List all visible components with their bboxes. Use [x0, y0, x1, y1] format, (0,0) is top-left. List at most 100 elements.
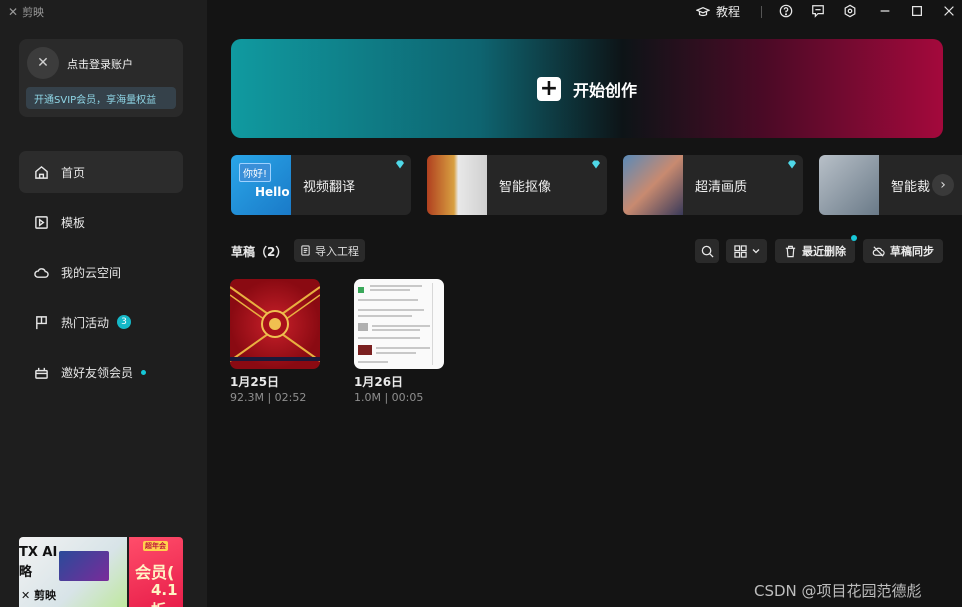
minimize-button[interactable]: [877, 3, 893, 19]
tool-thumbnail: 你好! Hello: [231, 155, 291, 215]
feedback-icon: [812, 5, 824, 18]
banner-text: 会员(: [135, 563, 175, 582]
tutorial-button[interactable]: 教程: [696, 3, 740, 20]
banner-brand: ✕ 剪映: [21, 587, 56, 603]
sidebar-item-cloud[interactable]: 我的云空间: [19, 251, 183, 293]
tool-ultra-hd[interactable]: 超清画质: [623, 155, 803, 215]
thumb-text: 你好!: [239, 163, 272, 182]
draft-sync-button[interactable]: 草稿同步: [863, 239, 943, 263]
draft-date: 1月25日: [230, 375, 280, 389]
sidebar-item-invite[interactable]: 邀好友领会员: [19, 351, 183, 393]
avatar[interactable]: ✕: [27, 47, 59, 79]
tool-label: 视频翻译: [303, 180, 356, 195]
banner-tag: 超年会: [143, 541, 168, 551]
chevron-down-icon: [752, 249, 759, 254]
tool-thumbnail: [623, 155, 683, 215]
close-icon: [944, 6, 954, 16]
sidebar-item-label: 热门活动: [61, 315, 110, 330]
cloud-icon: [34, 267, 49, 278]
tool-thumbnail: [819, 155, 879, 215]
minimize-icon: [880, 10, 890, 12]
thumb-text: Hello: [255, 185, 290, 199]
draft-meta: 92.3M | 02:52: [230, 391, 307, 404]
titlebar-separator: [761, 6, 762, 18]
doc-line: [370, 285, 422, 287]
sidebar-item-home[interactable]: 首页: [19, 151, 183, 193]
sidebar-nav: 首页 模板 我的云空间 热门活动 3 邀好友领会员: [19, 151, 183, 401]
banner-text: TX AI: [19, 545, 58, 560]
draft-item[interactable]: 1月25日 92.3M | 02:52: [230, 279, 320, 404]
doc-line: [376, 352, 416, 354]
sidebar-item-label: 首页: [61, 165, 86, 180]
import-label: 导入工程: [315, 244, 359, 258]
trash-icon: [785, 245, 796, 257]
doc-line: [372, 325, 430, 327]
vip-diamond-icon: [396, 160, 404, 169]
recent-deleted-button[interactable]: 最近删除: [775, 239, 855, 263]
doc-line: [358, 299, 418, 301]
maximize-button[interactable]: [909, 3, 925, 19]
feedback-button[interactable]: [810, 3, 826, 19]
doc-line: [376, 347, 430, 349]
settings-button[interactable]: [842, 3, 858, 19]
doc-image: [358, 345, 372, 355]
festive-cover-art: [230, 286, 320, 362]
start-creation-label: 开始创作: [572, 80, 637, 100]
home-icon: [35, 165, 48, 179]
promo-banner-right[interactable]: 超年会 会员( 4.1折: [129, 537, 183, 607]
tutorial-label: 教程: [716, 5, 741, 19]
tool-thumbnail: [427, 155, 487, 215]
banner-text: 略: [19, 565, 33, 580]
banner-brand-text: 剪映: [34, 589, 57, 602]
graduation-cap-icon: [696, 6, 710, 16]
chevron-right-icon: ›: [940, 177, 946, 193]
grid-view-icon: [733, 244, 747, 258]
sidebar-item-label: 邀好友领会员: [61, 365, 134, 380]
tool-smart-cutout[interactable]: 智能抠像: [427, 155, 607, 215]
gift-icon: [35, 367, 48, 379]
help-icon: [779, 4, 793, 18]
sidebar-item-templates[interactable]: 模板: [19, 201, 183, 243]
promo-banner-left[interactable]: TX AI 略 ✕ 剪映: [19, 537, 127, 607]
titlebar: 教程: [207, 0, 962, 24]
help-button[interactable]: [778, 3, 794, 19]
search-icon: [701, 245, 714, 258]
banner-text: 4.1折: [151, 581, 178, 607]
close-button[interactable]: [941, 3, 957, 19]
tool-label: 智能裁: [891, 180, 931, 195]
doc-line: [370, 289, 410, 291]
account-card[interactable]: ✕ 点击登录账户 开通SVIP会员，享海量权益: [19, 39, 183, 117]
recent-deleted-label: 最近删除: [802, 245, 846, 258]
sidebar-item-events[interactable]: 热门活动 3: [19, 301, 183, 343]
draft-item[interactable]: 1月26日 1.0M | 00:05: [354, 279, 444, 404]
sidebar-item-label: 我的云空间: [61, 265, 122, 280]
view-mode-dropdown[interactable]: [726, 239, 767, 263]
vip-diamond-icon: [592, 160, 600, 169]
plus-icon: +: [536, 76, 561, 101]
doc-logo: [358, 287, 364, 293]
start-creation-button[interactable]: + 开始创作: [231, 39, 943, 138]
draft-cover[interactable]: [354, 279, 444, 369]
doc-line: [372, 329, 420, 331]
svip-promo-button[interactable]: 开通SVIP会员，享海量权益: [26, 87, 176, 109]
login-link[interactable]: 点击登录账户: [67, 56, 133, 72]
vip-diamond-icon: [788, 160, 796, 169]
tool-label: 智能抠像: [499, 180, 552, 195]
draft-sync-label: 草稿同步: [890, 245, 934, 258]
doc-divider: [432, 283, 433, 365]
drafts-title: 草稿（2）: [231, 245, 288, 259]
draft-cover[interactable]: [230, 279, 320, 369]
template-icon: [35, 215, 48, 229]
draft-meta: 1.0M | 00:05: [354, 391, 424, 404]
search-button[interactable]: [695, 239, 719, 263]
promo-banner[interactable]: TX AI 略 ✕ 剪映 超年会 会员( 4.1折: [19, 537, 183, 607]
capcut-logo-icon: ✕: [21, 589, 35, 602]
tool-cards: 你好! Hello 视频翻译 智能抠像 超清画质 智能裁: [231, 155, 962, 215]
document-icon: [301, 245, 310, 256]
tools-next-button[interactable]: ›: [932, 174, 954, 196]
tool-video-translate[interactable]: 你好! Hello 视频翻译: [231, 155, 411, 215]
tool-label: 超清画质: [695, 180, 748, 195]
doc-line: [358, 361, 388, 363]
import-project-button[interactable]: 导入工程: [294, 239, 365, 262]
sidebar: ✕ 剪映 ✕ 点击登录账户 开通SVIP会员，享海量权益 首页 模板 我的云空间…: [0, 0, 207, 607]
